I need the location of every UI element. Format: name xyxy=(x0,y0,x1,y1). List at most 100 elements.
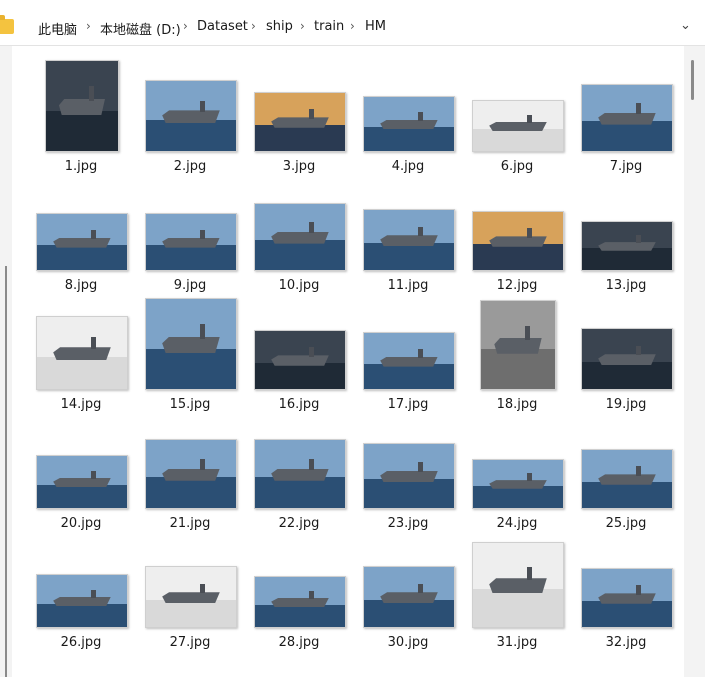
image-thumbnail[interactable] xyxy=(581,221,673,271)
scrollbar-track[interactable] xyxy=(684,46,705,677)
file-item[interactable]: 4.jpg xyxy=(358,62,458,174)
image-thumbnail[interactable] xyxy=(363,332,455,390)
file-item[interactable]: 6.jpg xyxy=(467,62,567,174)
image-thumbnail[interactable] xyxy=(254,92,346,152)
breadcrumb-item[interactable]: ship xyxy=(266,19,293,34)
file-item[interactable]: 26.jpg xyxy=(31,538,131,650)
thumbnail-sea xyxy=(255,362,345,389)
image-thumbnail[interactable] xyxy=(45,60,119,152)
file-item[interactable]: 7.jpg xyxy=(576,62,676,174)
file-name: 32.jpg xyxy=(605,635,647,650)
ship-tower-icon xyxy=(91,229,97,239)
breadcrumb-item[interactable]: Dataset xyxy=(197,19,248,34)
file-item[interactable]: 3.jpg xyxy=(249,62,349,174)
image-thumbnail[interactable] xyxy=(145,566,237,628)
image-thumbnail[interactable] xyxy=(581,328,673,390)
thumbnail-sea xyxy=(481,349,555,389)
file-name: 4.jpg xyxy=(391,159,425,174)
image-thumbnail[interactable] xyxy=(36,574,128,628)
thumbnail-sea xyxy=(473,128,563,151)
chevron-down-icon[interactable]: ⌄ xyxy=(680,18,691,33)
image-thumbnail[interactable] xyxy=(363,443,455,509)
image-thumbnail[interactable] xyxy=(145,439,237,509)
file-item[interactable]: 30.jpg xyxy=(358,538,458,650)
image-thumbnail[interactable] xyxy=(254,439,346,509)
file-item[interactable]: 14.jpg xyxy=(31,300,131,412)
file-item[interactable]: 24.jpg xyxy=(467,419,567,531)
aircraft-carrier-icon xyxy=(489,480,547,489)
aircraft-carrier-icon xyxy=(271,117,329,128)
aircraft-carrier-icon xyxy=(162,336,220,353)
image-thumbnail[interactable] xyxy=(145,213,237,271)
ship-tower-icon xyxy=(309,347,315,357)
file-item[interactable]: 28.jpg xyxy=(249,538,349,650)
file-item[interactable]: 9.jpg xyxy=(140,181,240,293)
chevron-right-icon: › xyxy=(86,19,91,33)
image-thumbnail[interactable] xyxy=(145,298,237,390)
file-item[interactable]: 18.jpg xyxy=(467,300,567,412)
image-thumbnail[interactable] xyxy=(36,213,128,271)
image-thumbnail[interactable] xyxy=(363,209,455,271)
image-thumbnail[interactable] xyxy=(581,568,673,628)
image-thumbnail[interactable] xyxy=(472,459,564,509)
image-thumbnail[interactable] xyxy=(472,211,564,271)
image-thumbnail[interactable] xyxy=(363,96,455,152)
thumbnail-sea xyxy=(255,124,345,151)
image-thumbnail[interactable] xyxy=(254,576,346,628)
address-bar[interactable]: 此电脑 › 本地磁盘 (D:) › Dataset › ship › train › HM ⌄ xyxy=(0,8,705,46)
image-thumbnail[interactable] xyxy=(472,542,564,628)
ship-tower-icon xyxy=(91,337,97,349)
file-item[interactable]: 21.jpg xyxy=(140,419,240,531)
scrollbar-thumb[interactable] xyxy=(691,60,694,100)
aircraft-carrier-icon xyxy=(53,237,111,248)
file-name: 23.jpg xyxy=(387,516,429,531)
file-item[interactable]: 22.jpg xyxy=(249,419,349,531)
file-item[interactable]: 1.jpg xyxy=(31,60,131,174)
navigation-scrollbar[interactable] xyxy=(5,266,7,677)
file-item[interactable]: 20.jpg xyxy=(31,419,131,531)
image-thumbnail[interactable] xyxy=(472,100,564,152)
file-item[interactable]: 32.jpg xyxy=(576,538,676,650)
file-item[interactable]: 23.jpg xyxy=(358,419,458,531)
image-thumbnail[interactable] xyxy=(254,330,346,390)
file-item[interactable]: 10.jpg xyxy=(249,181,349,293)
file-item[interactable]: 12.jpg xyxy=(467,181,567,293)
thumbnail-sea xyxy=(255,240,345,270)
ship-tower-icon xyxy=(309,591,315,599)
file-name: 13.jpg xyxy=(605,278,647,293)
file-name: 8.jpg xyxy=(64,278,98,293)
image-thumbnail[interactable] xyxy=(36,316,128,390)
image-thumbnail[interactable] xyxy=(480,300,556,390)
file-item[interactable]: 2.jpg xyxy=(140,62,240,174)
aircraft-carrier-icon xyxy=(271,231,329,244)
file-item[interactable]: 19.jpg xyxy=(576,300,676,412)
thumbnail-sea xyxy=(582,481,672,508)
breadcrumb-item[interactable]: train xyxy=(314,19,344,34)
aircraft-carrier-icon xyxy=(271,598,329,607)
breadcrumb-item[interactable]: HM xyxy=(365,19,386,34)
file-item[interactable]: 25.jpg xyxy=(576,419,676,531)
image-thumbnail[interactable] xyxy=(254,203,346,271)
file-item[interactable]: 27.jpg xyxy=(140,538,240,650)
file-item[interactable]: 15.jpg xyxy=(140,298,240,412)
file-name: 31.jpg xyxy=(496,635,538,650)
chevron-right-icon: › xyxy=(300,19,305,33)
file-item[interactable]: 16.jpg xyxy=(249,300,349,412)
image-thumbnail[interactable] xyxy=(581,449,673,509)
image-thumbnail[interactable] xyxy=(363,566,455,628)
image-thumbnail[interactable] xyxy=(36,455,128,509)
file-grid: 1.jpg 2.jpg 3.jpg 4.jpg 6.jpg 7.jpg 8.jpg 9.jpg… xyxy=(12,46,684,677)
ship-tower-icon xyxy=(636,345,642,356)
file-item[interactable]: 11.jpg xyxy=(358,181,458,293)
file-item[interactable]: 8.jpg xyxy=(31,181,131,293)
file-item[interactable]: 17.jpg xyxy=(358,300,458,412)
ship-tower-icon xyxy=(636,585,642,595)
file-item[interactable]: 13.jpg xyxy=(576,181,676,293)
image-thumbnail[interactable] xyxy=(145,80,237,152)
thumbnail-sea xyxy=(582,362,672,389)
file-item[interactable]: 31.jpg xyxy=(467,538,567,650)
breadcrumb-item[interactable]: 此电脑 xyxy=(38,19,77,38)
breadcrumb-item[interactable]: 本地磁盘 (D:) xyxy=(100,19,181,38)
image-thumbnail[interactable] xyxy=(581,84,673,152)
aircraft-carrier-icon xyxy=(53,477,111,488)
